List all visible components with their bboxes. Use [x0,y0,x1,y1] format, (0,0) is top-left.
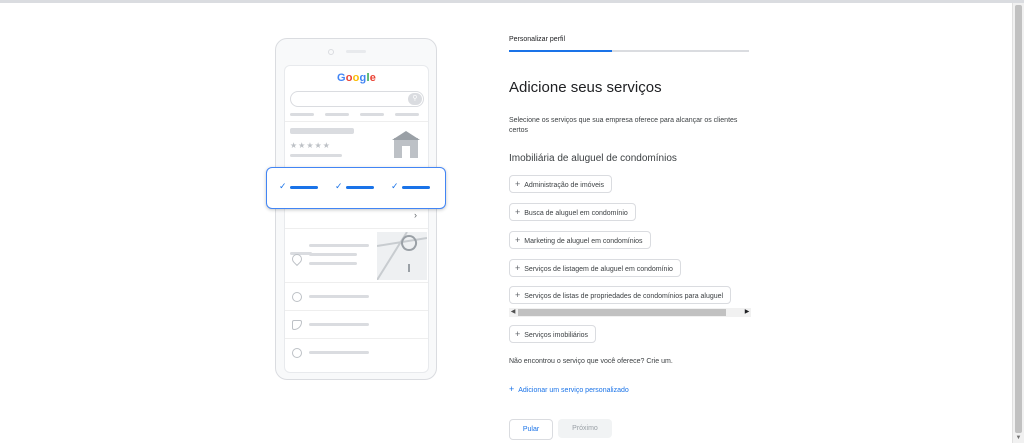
page-title: Adicione seus serviços [509,79,662,96]
phone-illustration: Google ⚲ ★★★★★ › [275,38,437,380]
top-divider [0,0,1024,3]
check-icon: ✓ [391,181,399,191]
page-description: Selecione os serviços que sua empresa of… [509,117,738,134]
business-name-placeholder [290,128,354,134]
service-chip-label: Serviços de listas de propriedades de co… [524,293,724,300]
not-found-note: Não encontrou o serviço que você oferece… [509,358,673,365]
phone-screen: Google ⚲ ★★★★★ › [284,65,429,373]
divider [285,338,428,339]
service-chip-busca[interactable]: + Busca de aluguel em condomínio [509,203,636,221]
service-chip-label: Busca de aluguel em condomínio [524,210,628,217]
scrollbar-thumb[interactable] [1015,5,1022,433]
service-chip-label: Serviços imobiliários [524,332,589,339]
map-pin-icon [376,231,428,281]
check-icon: ✓ [335,181,343,191]
globe-icon [292,348,302,358]
plus-icon: + [515,235,521,245]
scroll-left-icon[interactable]: ◀ [509,308,517,317]
phone-line [309,323,369,326]
service-chip-label: Administração de imóveis [524,182,605,189]
divider [285,282,428,283]
tab-placeholder [325,113,349,116]
phone-icon [292,320,302,330]
website-line [309,351,369,354]
address-line [309,262,357,265]
chevron-right-icon: › [414,210,417,220]
progress-fill [509,50,613,52]
service-chip-label: Marketing de aluguel em condomínios [524,238,643,245]
address-line [309,244,369,247]
category-heading: Imobiliária de aluguel de condomínios [509,153,677,164]
horizontal-scrollbar[interactable]: ◀ ▶ [509,308,751,317]
service-chip-listas-propriedades[interactable]: + Serviços de listas de propriedades de c… [509,286,732,304]
service-chip-listagem[interactable]: + Serviços de listagem de aluguel em cond… [509,259,681,277]
google-logo: Google [336,72,377,84]
plus-icon: + [515,329,521,339]
map-thumbnail [376,231,428,281]
clock-icon [292,292,302,302]
services-check-card: ✓ ✓ ✓ [266,167,446,209]
illustration-search-bar: ⚲ [290,91,424,107]
scroll-down-icon[interactable]: ▼ [1013,433,1024,443]
scrollbar-thumb[interactable] [518,309,726,316]
scroll-right-icon[interactable]: ▶ [743,308,751,317]
plus-icon: + [515,207,521,217]
add-custom-service-label: Adicionar um serviço personalizado [518,387,629,394]
check-icon: ✓ [279,181,287,191]
plus-icon: + [515,290,521,300]
skip-button[interactable]: Pular [509,419,553,440]
service-chip-marketing[interactable]: + Marketing de aluguel em condomínios [509,231,651,249]
divider [285,228,428,229]
phone-camera [328,49,334,55]
tab-placeholder [360,113,384,116]
search-icon: ⚲ [408,93,422,105]
divider [285,310,428,311]
plus-icon: + [509,384,515,394]
hours-line [309,295,369,298]
store-icon [392,131,420,158]
rating-stars: ★★★★★ [290,141,331,150]
next-button[interactable]: Próximo [558,419,612,438]
text-placeholder [290,154,342,157]
step-label: Personalizar perfil [509,36,566,43]
vertical-scrollbar[interactable]: ▼ [1012,3,1024,443]
tab-placeholder [395,113,419,116]
service-chip-label: Serviços de listagem de aluguel em condo… [524,266,673,273]
tab-placeholder [290,113,314,116]
plus-icon: + [515,263,521,273]
plus-icon: + [515,179,521,189]
address-line [309,253,357,256]
divider [285,121,428,122]
add-custom-service-link[interactable]: + Adicionar um serviço personalizado [509,384,629,394]
phone-speaker [346,50,366,53]
service-chip-imobiliarios[interactable]: + Serviços imobiliários [509,325,597,343]
service-chip-scroll-area: + Serviços de listas de propriedades de c… [509,286,752,304]
service-chip-administracao[interactable]: + Administração de imóveis [509,175,613,193]
